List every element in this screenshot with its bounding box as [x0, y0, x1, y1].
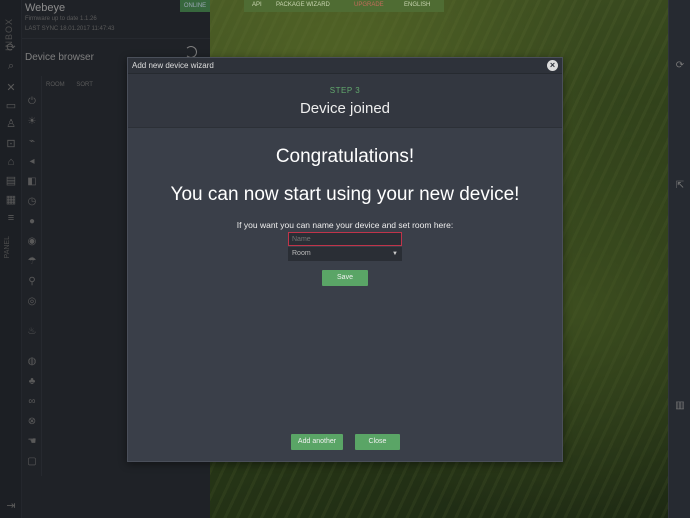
dialog-titlebar: Add new device wizard ×	[128, 58, 562, 74]
right-refresh-icon[interactable]: ⟳	[674, 60, 686, 72]
room-select-value: Room	[292, 250, 311, 257]
step-label: STEP 3	[329, 86, 361, 95]
external-link-icon[interactable]: ⇱	[674, 180, 686, 192]
close-button[interactable]: Close	[355, 434, 400, 450]
dialog-title: Add new device wizard	[132, 61, 214, 70]
close-icon[interactable]: ×	[547, 60, 558, 71]
trash-icon[interactable]: ▥	[674, 400, 686, 412]
menu-package-wizard[interactable]: PACKAGE WIZARD	[276, 2, 330, 8]
room-select[interactable]: Room ▼	[288, 247, 402, 261]
add-device-wizard-dialog: Add new device wizard × STEP 3 Device jo…	[127, 57, 563, 462]
name-hint: If you want you can name your device and…	[236, 220, 454, 230]
menu-upgrade[interactable]: UPGRADE	[354, 2, 384, 8]
step-heading: Device joined	[299, 100, 391, 117]
right-rail: ⟳ ⇱ ▥	[668, 0, 690, 518]
top-menu: API PACKAGE WIZARD UPGRADE ENGLISH	[244, 0, 444, 12]
add-another-button[interactable]: Add another	[291, 434, 343, 450]
save-button[interactable]: Save	[322, 270, 368, 286]
dialog-header: STEP 3 Device joined	[128, 74, 562, 128]
device-name-input[interactable]	[288, 232, 402, 246]
chevron-down-icon: ▼	[392, 251, 398, 257]
menu-api[interactable]: API	[252, 2, 262, 8]
congrats-text: Congratulations!	[275, 146, 415, 167]
menu-language[interactable]: ENGLISH	[404, 2, 430, 8]
success-message: You can now start using your new device!	[170, 184, 520, 205]
